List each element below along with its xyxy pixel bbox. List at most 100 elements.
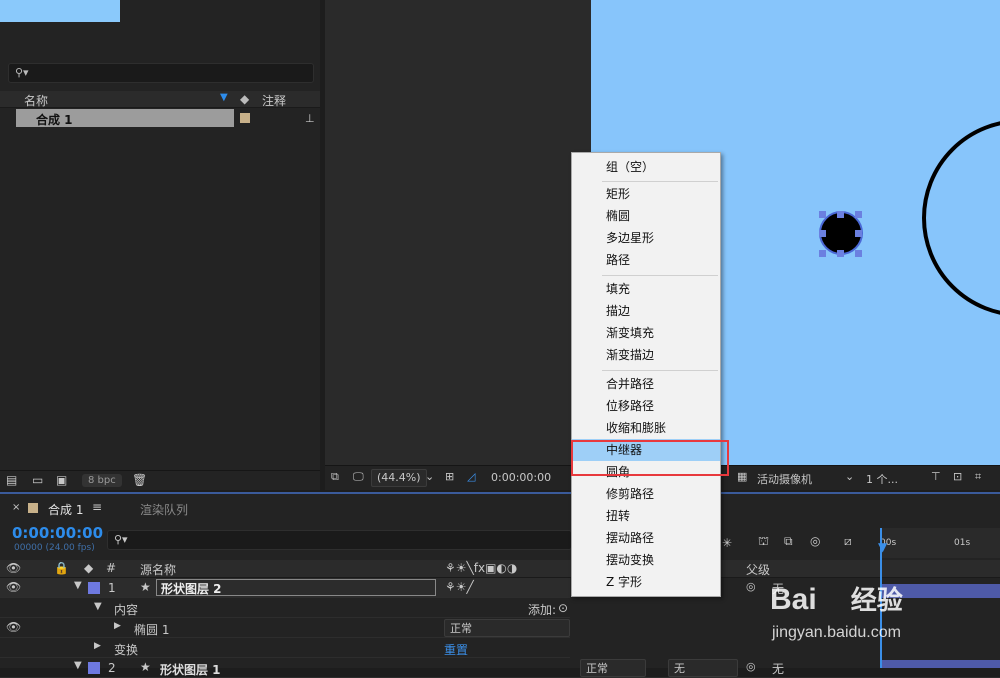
menu-item-fill[interactable]: 填充	[572, 278, 720, 300]
transparency-grid-icon[interactable]: ▦	[737, 470, 747, 487]
label-swatch[interactable]	[240, 113, 250, 123]
tab-render-queue[interactable]: 渲染队列	[140, 501, 188, 518]
layer-mode-dropdown[interactable]: 正常	[580, 659, 646, 677]
always-preview-icon[interactable]: ⧉	[331, 470, 339, 487]
menu-item-rectangle[interactable]: 矩形	[572, 183, 720, 205]
watermark-jingyan: 经验	[850, 585, 903, 615]
layer-label-swatch[interactable]	[88, 582, 100, 594]
handle	[855, 230, 862, 237]
menu-item-path[interactable]: 路径	[572, 249, 720, 271]
project-item-comp1[interactable]: 合成 1	[16, 109, 234, 127]
tab-comp1[interactable]: 合成 1	[48, 501, 83, 518]
expand-arrow-icon[interactable]: ▼	[94, 601, 102, 612]
menu-item-polystar[interactable]: 多边星形	[572, 227, 720, 249]
col-source-name[interactable]: 源名称	[140, 561, 176, 578]
trash-icon[interactable]: 🗑	[132, 473, 147, 487]
menu-item-offset-paths[interactable]: 位移路径	[572, 395, 720, 417]
col-comment[interactable]: 注释	[262, 92, 286, 109]
chevron-down-icon[interactable]: ⌄	[845, 470, 854, 487]
pickwhip-icon[interactable]: ◎	[746, 580, 756, 593]
new-folder-icon[interactable]: ▭	[32, 473, 43, 487]
annotation-red-box	[571, 440, 729, 476]
safe-zones-icon[interactable]: ⊞	[445, 470, 454, 487]
menu-item-wiggle-transform[interactable]: 摆动变换	[572, 549, 720, 571]
close-tab-icon[interactable]: ×	[12, 502, 20, 513]
timeline-timecode[interactable]: 0:00:00:00	[12, 524, 103, 542]
menu-item-trim-paths[interactable]: 修剪路径	[572, 483, 720, 505]
add-button-icon[interactable]: ⊙	[558, 601, 568, 615]
viewer-timecode[interactable]: 0:00:00:00	[491, 471, 551, 488]
project-search-input[interactable]: ⚲▾	[8, 63, 314, 83]
property-ellipse[interactable]: 👁 ▶ 椭圆 1 正常	[0, 618, 570, 638]
layer-number: 1	[108, 581, 116, 595]
sort-chevron-icon[interactable]: ▼	[220, 92, 228, 103]
collapse-arrow-icon[interactable]: ▶	[114, 621, 121, 631]
expand-arrow-icon[interactable]: ▼	[74, 580, 82, 591]
eye-icon[interactable]: 👁	[6, 620, 21, 634]
lock-icon[interactable]: 🔒	[54, 561, 69, 575]
timeline-search-input[interactable]: ⚲▾	[107, 530, 572, 550]
search-icon: ⚲▾	[114, 533, 128, 546]
mask-visibility-icon[interactable]: ◿	[467, 470, 475, 487]
tab-menu-icon[interactable]: ≡	[92, 500, 102, 514]
layer-row[interactable]: ▼ 2 ★ 形状图层 1 正常 无	[0, 658, 1000, 678]
add-label[interactable]: 添加:	[528, 601, 556, 618]
share-icon[interactable]: ⊡	[953, 470, 962, 487]
label-tag-icon[interactable]: ◆	[84, 561, 93, 575]
large-ellipse-shape	[922, 121, 1000, 315]
time-ruler[interactable]: 00s 01s ▼	[878, 528, 1000, 558]
blend-mode-dropdown[interactable]: 正常	[444, 619, 570, 637]
new-comp-icon[interactable]: ▣	[56, 473, 67, 487]
menu-item-wiggle-paths[interactable]: 摆动路径	[572, 527, 720, 549]
flowchart-icon[interactable]: ⊥	[305, 112, 315, 125]
menu-item-twist[interactable]: 扭转	[572, 505, 720, 527]
col-name[interactable]: 名称	[24, 92, 48, 109]
ellipse-label: 椭圆 1	[134, 623, 170, 637]
layer-duration-bar[interactable]	[880, 660, 1000, 668]
zoom-dropdown[interactable]: (44.4%)	[371, 469, 427, 487]
views-dropdown[interactable]: 1 个...	[866, 471, 898, 488]
property-transform[interactable]: ▶ 变换 重置	[0, 638, 570, 658]
chevron-down-icon[interactable]: ⌄	[425, 470, 434, 487]
switches-icon[interactable]: ⚘☀╲fx▣◐◑	[445, 561, 517, 575]
menu-item-group-empty[interactable]: 组（空）	[572, 156, 720, 178]
watermark-url: jingyan.baidu.com	[772, 624, 901, 641]
reset-link[interactable]: 重置	[444, 641, 468, 658]
motion-blur-icon[interactable]: ◎	[810, 534, 820, 548]
eye-icon[interactable]: 👁	[6, 580, 21, 594]
camera-dropdown[interactable]: 活动摄像机	[757, 471, 812, 488]
bpc-badge[interactable]: 8 bpc	[82, 474, 122, 487]
property-group-content[interactable]: ▼ 内容 添加: ⊙	[0, 598, 570, 618]
menu-item-stroke[interactable]: 描边	[572, 300, 720, 322]
collapse-arrow-icon[interactable]: ▶	[94, 641, 101, 651]
menu-item-pucker-bloat[interactable]: 收缩和膨胀	[572, 417, 720, 439]
menu-item-gradient-stroke[interactable]: 渐变描边	[572, 344, 720, 366]
label-tag-icon[interactable]: ◆	[240, 92, 249, 106]
layer-switches-icon[interactable]: ⚘☀╱	[445, 580, 474, 594]
menu-item-gradient-fill[interactable]: 渐变填充	[572, 322, 720, 344]
pickwhip-icon[interactable]: ◎	[746, 660, 756, 673]
interpret-footage-icon[interactable]: ▤	[6, 473, 17, 487]
frame-blend-icon[interactable]: ⧉	[784, 534, 793, 549]
shy-icon[interactable]: ⛫	[758, 534, 769, 550]
col-parent[interactable]: 父级	[746, 561, 770, 578]
graph-editor-icon[interactable]: ⧄	[844, 534, 852, 549]
3d-icon[interactable]: ⌗	[975, 470, 981, 487]
layer-label-swatch[interactable]	[88, 662, 100, 674]
project-footer: ▤ ▭ ▣ 8 bpc 🗑	[0, 470, 320, 490]
menu-item-zig-zag[interactable]: Z 字形	[572, 571, 720, 593]
layer-row[interactable]: 👁 ▼ 1 ★ 形状图层 2 ⚘☀╱	[0, 578, 570, 598]
parent-value[interactable]: 无	[772, 660, 784, 677]
baidu-watermark: Bai 经验	[770, 580, 903, 617]
draft-3d-icon[interactable]: ✳	[722, 536, 732, 550]
monitor-icon[interactable]: 🖵	[353, 470, 364, 487]
expand-arrow-icon[interactable]: ▼	[74, 660, 82, 671]
shape-star-icon: ★	[140, 580, 151, 594]
menu-item-merge-paths[interactable]: 合并路径	[572, 373, 720, 395]
eye-icon[interactable]: 👁	[6, 561, 21, 575]
roi-icon[interactable]: ⊤	[931, 470, 941, 487]
layer-name[interactable]: 形状图层 1	[160, 661, 221, 678]
layer-name-field[interactable]: 形状图层 2	[156, 579, 436, 596]
menu-item-ellipse[interactable]: 椭圆	[572, 205, 720, 227]
layer-parent-dropdown[interactable]: 无	[668, 659, 738, 677]
